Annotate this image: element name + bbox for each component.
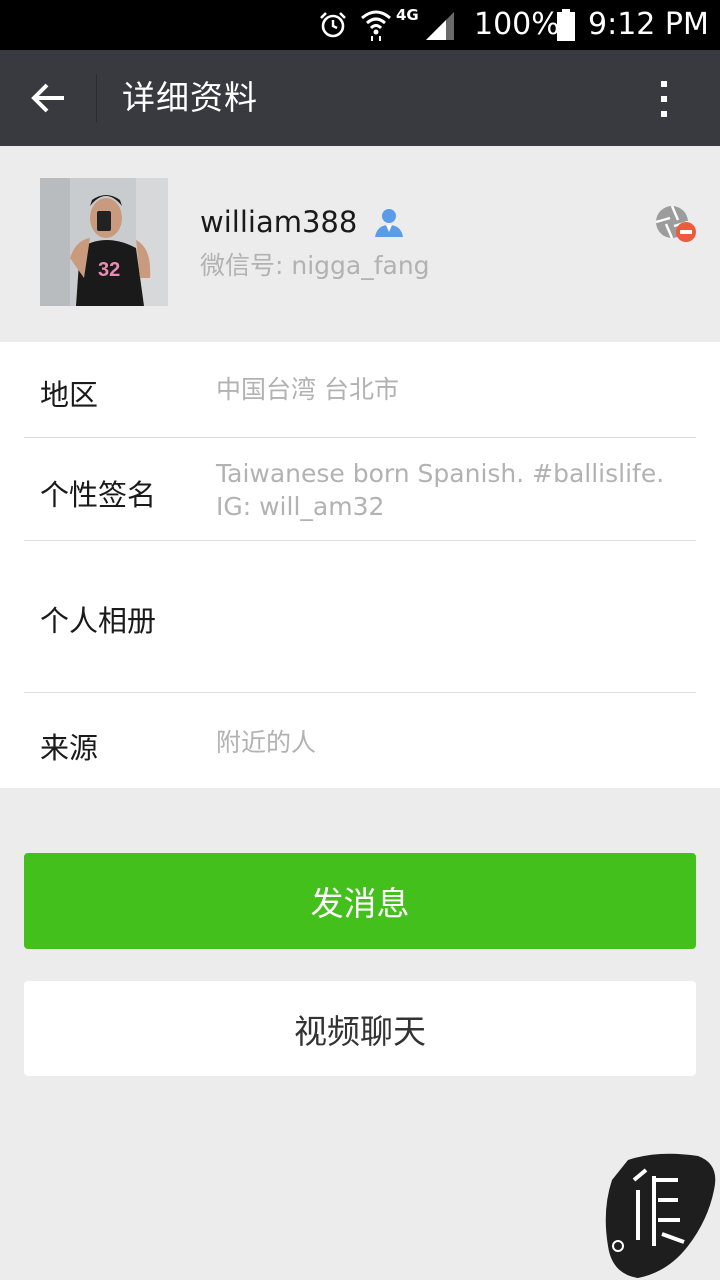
signal-icon [426,12,454,40]
album-label: 个人相册 [40,604,157,638]
signature-row: 个性签名 Taiwanese born Spanish. #ballislife… [0,438,720,540]
profile-header: 32 william388 微信号: nigga_fang [0,146,720,342]
moments-blocked-icon [655,205,696,242]
video-chat-button[interactable]: 视频聊天 [24,981,696,1076]
clock-time: 9:12 PM [588,7,709,42]
battery-percent: 100% [474,7,560,42]
signature-label: 个性签名 [40,478,157,512]
alarm-icon [320,12,346,38]
signature-line: Taiwanese born Spanish. #ballislife. [216,459,665,488]
page-title: 详细资料 [122,78,258,117]
avatar[interactable]: 32 [40,178,168,306]
region-label: 地区 [40,378,99,412]
album-row[interactable]: 个人相册 [0,541,720,692]
send-message-button[interactable]: 发消息 [24,853,696,949]
contact-person-icon [375,209,403,237]
more-vertical-icon [661,81,667,117]
svg-text:32: 32 [98,259,120,281]
wifi-icon [361,10,391,41]
network-type: 4G [396,6,419,24]
source-label: 来源 [40,731,99,765]
wechat-id: 微信号: nigga_fang [200,251,430,280]
more-button[interactable] [644,74,684,124]
nickname: william388 [200,205,358,239]
title-divider [96,74,97,122]
status-bar: 4G 100% 9:12 PM [0,0,720,50]
title-bar: 详细资料 [0,50,720,146]
signature-value: Taiwanese born Spanish. #ballislife. IG:… [216,457,686,523]
region-value: 中国台湾 台北市 [216,375,399,404]
source-row: 来源 附近的人 [0,693,720,788]
info-list: 地区 中国台湾 台北市 个性签名 Taiwanese born Spanish.… [0,342,720,788]
watermark-logo [605,1153,716,1278]
battery-icon [557,9,575,41]
region-row: 地区 中国台湾 台北市 [0,342,720,438]
back-arrow-icon [31,83,64,113]
back-button[interactable] [20,72,76,124]
avatar-photo: 32 [40,178,168,306]
source-value: 附近的人 [216,728,317,757]
signature-line: IG: will_am32 [216,492,385,521]
